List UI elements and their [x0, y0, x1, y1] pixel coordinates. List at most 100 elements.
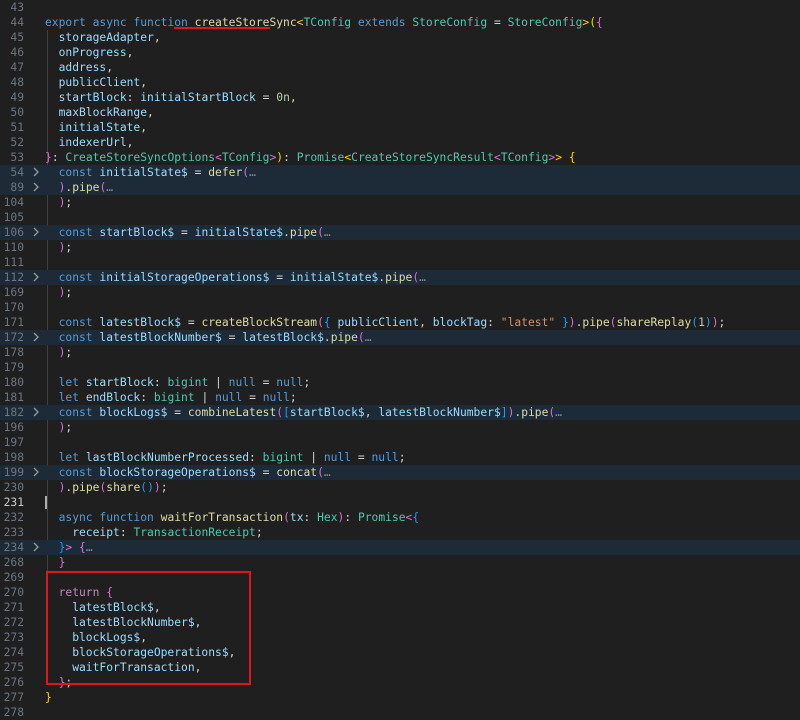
chevron-right-icon[interactable] — [31, 332, 41, 342]
code-token: ; — [718, 316, 726, 329]
code-line[interactable]: 277} — [0, 690, 800, 705]
code-token: = — [351, 451, 372, 464]
code-line[interactable]: 178 ); — [0, 345, 800, 360]
code-token: | — [303, 451, 324, 464]
code-line[interactable]: 197 — [0, 435, 800, 450]
code-token: … — [323, 226, 331, 239]
code-line[interactable]: 198 let lastBlockNumberProcessed: bigint… — [0, 450, 800, 465]
code-token: pipe — [72, 181, 100, 194]
code-line[interactable]: 45 storageAdapter, — [0, 30, 800, 45]
code-token: ( — [317, 316, 324, 329]
code-line[interactable]: 53}: CreateStoreSyncOptions<TConfig>): P… — [0, 150, 800, 165]
line-number: 45 — [10, 31, 24, 44]
code-token: . — [283, 226, 290, 239]
code-line[interactable]: 43 — [0, 0, 800, 15]
code-token: combineLatest — [187, 406, 277, 419]
line-number: 272 — [3, 616, 24, 629]
code-text: ); — [45, 195, 73, 210]
code-token: latestBlock$ — [242, 331, 324, 344]
code-line[interactable]: 47 address, — [0, 60, 800, 75]
line-number: 182 — [3, 406, 24, 419]
code-line[interactable]: 169 ); — [0, 285, 800, 300]
chevron-right-icon[interactable] — [31, 407, 41, 417]
code-line[interactable]: 49 startBlock: initialStartBlock = 0n, — [0, 90, 800, 105]
code-token: initialState$ — [194, 226, 284, 239]
code-text: const latestBlock$ = createBlockStream({… — [45, 315, 726, 330]
code-token: ( — [589, 16, 597, 29]
code-token: , — [126, 46, 134, 59]
chevron-right-icon[interactable] — [31, 272, 41, 282]
code-line[interactable]: 110 ); — [0, 240, 800, 255]
code-line[interactable]: 233 receipt: TransactionReceipt; — [0, 525, 800, 540]
chevron-right-icon[interactable] — [31, 167, 41, 177]
code-editor[interactable]: 43 44 export async function createStoreSyn… — [0, 0, 800, 719]
code-token: = — [187, 166, 209, 179]
code-line[interactable]: 179 — [0, 360, 800, 375]
code-line-folded[interactable]: 199 const blockStorageOperations$ = conc… — [0, 465, 800, 480]
code-line[interactable]: 111 — [0, 255, 800, 270]
code-line-folded[interactable]: 172 const latestBlockNumber$ = latestBlo… — [0, 330, 800, 345]
code-text: ); — [45, 285, 73, 300]
code-line-folded[interactable]: 182 const blockLogs$ = combineLatest([st… — [0, 405, 800, 420]
code-token: null — [323, 451, 352, 464]
code-token: … — [364, 331, 372, 344]
code-line[interactable]: 230 ).pipe(share()); — [0, 480, 800, 495]
code-line[interactable]: 196 ); — [0, 420, 800, 435]
code-line[interactable]: 48 publicClient, — [0, 75, 800, 90]
code-token: | — [194, 391, 216, 404]
code-line[interactable]: 104 ); — [0, 195, 800, 210]
line-number: 53 — [10, 151, 24, 164]
code-token: , — [364, 406, 379, 419]
line-number: 230 — [3, 481, 24, 494]
code-line[interactable]: 52 indexerUrl, — [0, 135, 800, 150]
code-line[interactable]: 50 maxBlockRange, — [0, 105, 800, 120]
code-line-folded[interactable]: 54 const initialState$ = defer(… — [0, 165, 800, 180]
code-token: publicClient — [337, 316, 420, 329]
code-token: : — [126, 91, 141, 104]
code-token: ( — [317, 466, 324, 479]
code-line[interactable]: 231 — [0, 495, 800, 510]
code-line-folded[interactable]: 234 }> {… — [0, 540, 800, 555]
code-text: maxBlockRange, — [45, 105, 154, 120]
chevron-right-icon[interactable] — [31, 182, 41, 192]
code-token: CreateStoreSyncResult — [351, 151, 494, 164]
chevron-right-icon[interactable] — [31, 542, 41, 552]
code-line[interactable]: 170 — [0, 300, 800, 315]
code-token: TConfig — [500, 151, 549, 164]
chevron-right-icon[interactable] — [31, 227, 41, 237]
code-line[interactable]: 268 } — [0, 555, 800, 570]
code-line[interactable]: 46 onProgress, — [0, 45, 800, 60]
code-token: … — [323, 466, 331, 479]
code-line[interactable]: 51 initialState, — [0, 120, 800, 135]
code-token: ; — [289, 391, 297, 404]
chevron-right-icon[interactable] — [31, 467, 41, 477]
code-line[interactable]: 171 const latestBlock$ = createBlockStre… — [0, 315, 800, 330]
code-text: initialState, — [45, 120, 147, 135]
code-token: . — [323, 331, 331, 344]
code-line-folded[interactable]: 112 const initialStorageOperations$ = in… — [0, 270, 800, 285]
code-text: publicClient, — [45, 75, 147, 90]
code-token: , — [153, 31, 161, 44]
code-token: = — [255, 466, 277, 479]
code-token: StoreConfig — [507, 16, 583, 29]
code-token: const — [45, 226, 100, 239]
code-line[interactable]: 180 let startBlock: bigint | null = null… — [0, 375, 800, 390]
code-line[interactable]: 181 let endBlock: bigint | null = null; — [0, 390, 800, 405]
code-line[interactable]: 44 export async function createStoreSync<… — [0, 15, 800, 30]
code-line-folded[interactable]: 106 const startBlock$ = initialState$.pi… — [0, 225, 800, 240]
code-token: 0n — [276, 91, 290, 104]
code-line-folded[interactable]: 89 ).pipe(… — [0, 180, 800, 195]
code-token: maxBlockRange — [45, 106, 148, 119]
code-token: ; — [65, 346, 73, 359]
code-line[interactable]: 278 — [0, 705, 800, 720]
return-block-highlight-box — [46, 571, 251, 685]
code-token: initialStartBlock — [140, 91, 256, 104]
code-token: , — [106, 61, 114, 74]
code-token: null — [371, 451, 399, 464]
code-token: pipe — [330, 331, 358, 344]
code-line[interactable]: 232 async function waitForTransaction(tx… — [0, 510, 800, 525]
code-line[interactable]: 105 — [0, 210, 800, 225]
code-token: null — [262, 391, 290, 404]
line-number: 199 — [3, 466, 24, 479]
